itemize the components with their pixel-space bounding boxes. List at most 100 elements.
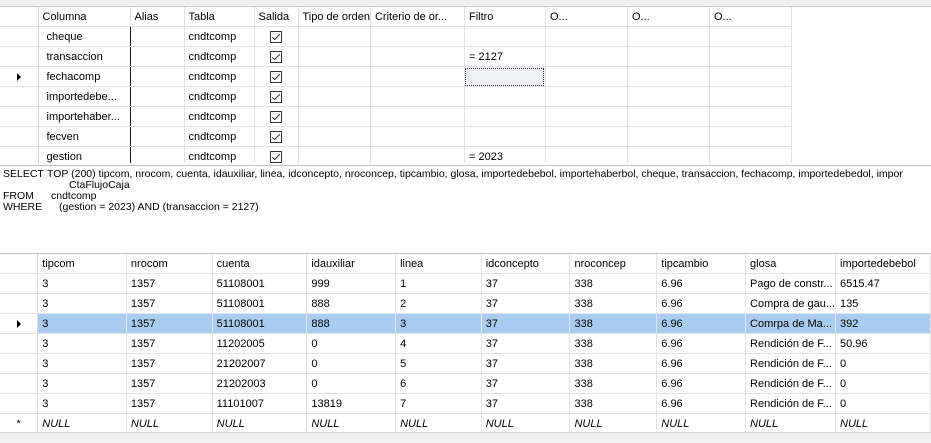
criteria-tabla-cell[interactable]: cndtcomp	[184, 66, 255, 87]
criteria-alias-cell[interactable]	[130, 106, 185, 127]
cell-linea[interactable]: 1	[395, 273, 482, 294]
null-cell-importedebebol[interactable]: NULL	[835, 413, 931, 432]
cell-tipcambio[interactable]: 6.96	[656, 373, 747, 394]
criteria-columna-cell[interactable]: transaccion	[38, 46, 131, 67]
output-checkbox-checked[interactable]	[270, 130, 282, 143]
null-cell-nroconcep[interactable]: NULL	[569, 413, 658, 432]
cell-tipcom[interactable]: 3	[37, 293, 127, 314]
criteria-tipo-orden-cell[interactable]	[298, 26, 371, 47]
output-checkbox-checked[interactable]	[270, 70, 282, 83]
col-header-o2[interactable]: O...	[627, 7, 710, 27]
criteria-or-cell[interactable]	[627, 26, 710, 47]
cell-nroconcep[interactable]: 338	[569, 313, 658, 334]
cell-tipcambio[interactable]: 6.96	[656, 313, 747, 334]
criteria-filtro-cell[interactable]: = 2023	[464, 146, 546, 163]
col-header-alias[interactable]: Alias	[130, 7, 185, 27]
cell-tipcambio[interactable]: 6.96	[656, 353, 747, 374]
output-checkbox-checked[interactable]	[270, 90, 282, 103]
null-cell-linea[interactable]: NULL	[395, 413, 482, 432]
cell-nroconcep[interactable]: 338	[569, 273, 658, 294]
col-header-o1[interactable]: O...	[545, 7, 628, 27]
cell-glosa[interactable]: Pago de constr...	[745, 273, 837, 294]
criteria-tipo-orden-cell[interactable]	[298, 126, 371, 147]
null-cell-idconcepto[interactable]: NULL	[481, 413, 571, 432]
row-selector[interactable]	[0, 46, 39, 67]
criteria-filtro-cell[interactable]	[464, 106, 546, 127]
cell-idconcepto[interactable]: 37	[481, 353, 571, 374]
criteria-or-cell[interactable]	[627, 46, 710, 67]
cell-glosa[interactable]: Rendición de F...	[745, 393, 837, 414]
criteria-alias-cell[interactable]	[130, 126, 185, 147]
cell-nrocom[interactable]: 1357	[126, 273, 213, 294]
cell-tipcom[interactable]: 3	[37, 333, 127, 354]
cell-importedebebol[interactable]: 135	[835, 293, 931, 314]
col-header-filtro[interactable]: Filtro	[464, 7, 546, 27]
col-header-cuenta[interactable]: cuenta	[212, 254, 308, 274]
cell-idauxiliar[interactable]: 999	[306, 273, 397, 294]
horizontal-scrollbar[interactable]	[0, 432, 931, 443]
cell-tipcambio[interactable]: 6.96	[656, 293, 747, 314]
criteria-tabla-cell[interactable]: cndtcomp	[184, 146, 255, 163]
criteria-or-cell[interactable]	[545, 86, 628, 107]
criteria-tipo-orden-cell[interactable]	[298, 66, 371, 87]
criteria-or-cell[interactable]	[709, 126, 792, 147]
criteria-salida-cell[interactable]	[254, 86, 299, 107]
cell-nroconcep[interactable]: 338	[569, 353, 658, 374]
col-header-tipo-orden[interactable]: Tipo de orden	[298, 7, 371, 27]
cell-linea[interactable]: 4	[395, 333, 482, 354]
criteria-filtro-cell[interactable]	[464, 126, 546, 147]
output-checkbox-checked[interactable]	[270, 110, 282, 123]
criteria-tabla-cell[interactable]: cndtcomp	[184, 26, 255, 47]
criteria-tabla-cell[interactable]: cndtcomp	[184, 106, 255, 127]
cell-nroconcep[interactable]: 338	[569, 293, 658, 314]
criteria-columna-cell[interactable]: importedebe...	[38, 86, 131, 107]
criteria-or-cell[interactable]	[709, 66, 792, 87]
criteria-columna-cell[interactable]: cheque	[38, 26, 131, 47]
criteria-row[interactable]: importedebe... cndtcomp	[0, 86, 792, 107]
row-selector[interactable]	[0, 333, 39, 354]
criteria-or-cell[interactable]	[545, 126, 628, 147]
criteria-criterio-orden-cell[interactable]	[370, 126, 465, 147]
criteria-or-cell[interactable]	[627, 66, 710, 87]
criteria-criterio-orden-cell[interactable]	[370, 86, 465, 107]
table-row[interactable]: 3 1357 11101007 13819 7 37 338 6.96 Rendición de…	[0, 393, 931, 414]
cell-nrocom[interactable]: 1357	[126, 393, 213, 414]
cell-importedebebol[interactable]: 0	[835, 393, 931, 414]
col-header-criterio-orden[interactable]: Criterio de or...	[370, 7, 465, 27]
sql-select-text[interactable]: TOP (200) tipcom, nrocom, cuenta, idauxi…	[47, 169, 903, 180]
criteria-criterio-orden-cell[interactable]	[370, 26, 465, 47]
cell-tipcom[interactable]: 3	[37, 373, 127, 394]
null-cell-tipcom[interactable]: NULL	[37, 413, 127, 432]
cell-importedebebol[interactable]: 50.96	[835, 333, 931, 354]
row-selector[interactable]	[0, 293, 39, 314]
null-cell-idauxiliar[interactable]: NULL	[306, 413, 397, 432]
cell-cuenta[interactable]: 51108001	[212, 293, 308, 314]
cell-nrocom[interactable]: 1357	[126, 353, 213, 374]
output-checkbox-checked[interactable]	[270, 150, 282, 163]
criteria-salida-cell[interactable]	[254, 66, 299, 87]
criteria-or-cell[interactable]	[709, 146, 792, 163]
table-row[interactable]: 3 1357 51108001 999 1 37 338 6.96 Pago de constr…	[0, 273, 931, 294]
cell-glosa[interactable]: Rendición de F...	[745, 353, 837, 374]
criteria-row[interactable]: gestion cndtcomp = 2023	[0, 146, 792, 163]
table-row[interactable]: 3 1357 21202003 0 6 37 338 6.96 Rendición de F..…	[0, 373, 931, 394]
cell-idconcepto[interactable]: 37	[481, 393, 571, 414]
col-header-salida[interactable]: Salida	[254, 7, 299, 27]
col-header-glosa[interactable]: glosa	[745, 254, 837, 274]
criteria-salida-cell[interactable]	[254, 146, 299, 163]
criteria-or-cell[interactable]	[545, 26, 628, 47]
cell-nrocom[interactable]: 1357	[126, 333, 213, 354]
cell-linea[interactable]: 3	[395, 313, 482, 334]
cell-cuenta[interactable]: 21202007	[212, 353, 308, 374]
row-selector[interactable]	[0, 313, 39, 334]
row-selector[interactable]	[0, 146, 39, 163]
table-row[interactable]: 3 1357 51108001 888 2 37 338 6.96 Compra de gau.…	[0, 293, 931, 314]
criteria-tipo-orden-cell[interactable]	[298, 106, 371, 127]
col-header-tabla[interactable]: Tabla	[184, 7, 255, 27]
cell-nrocom[interactable]: 1357	[126, 373, 213, 394]
col-header-linea[interactable]: linea	[395, 254, 482, 274]
cell-tipcom[interactable]: 3	[37, 273, 127, 294]
cell-idconcepto[interactable]: 37	[481, 313, 571, 334]
criteria-filtro-cell[interactable]: = 2127	[464, 46, 546, 67]
criteria-or-cell[interactable]	[545, 46, 628, 67]
